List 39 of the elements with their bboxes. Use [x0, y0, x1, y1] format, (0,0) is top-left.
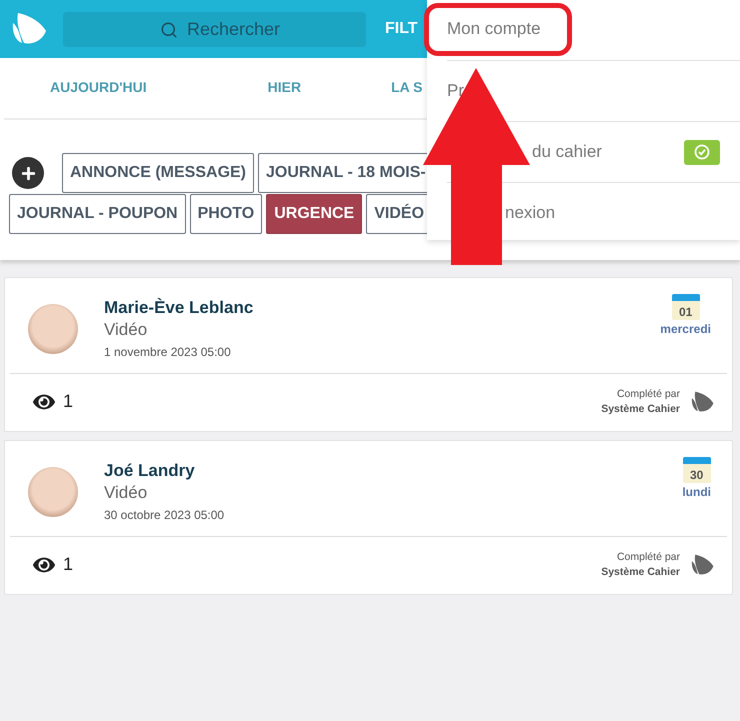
add-button[interactable] — [12, 157, 44, 189]
post-type: Vidéo — [104, 320, 148, 340]
child-name: Joé Landry — [104, 461, 196, 481]
calendar-day: 01 — [672, 294, 700, 320]
date-tab[interactable]: LA S — [391, 74, 422, 102]
completed-label: Complété par — [616, 388, 680, 400]
date-tab[interactable]: AUJOURD'HUI — [50, 74, 147, 102]
search-icon — [160, 20, 178, 38]
status-toggle[interactable] — [684, 140, 720, 164]
view-count: 1 — [63, 554, 74, 575]
menu-item[interactable]: nexion — [505, 203, 556, 223]
completed-label: Complété par — [616, 551, 680, 563]
tag-filter[interactable]: JOURNAL - POUPON — [9, 194, 186, 234]
child-name: Marie-Ève Leblanc — [104, 298, 254, 318]
post-card[interactable]: Joé Landry Vidéo 30 octobre 2023 05:00 30 lundi 1 Complété par Système Cahier — [4, 440, 733, 595]
post-card[interactable]: Marie-Ève Leblanc Vidéo 1 novembre 2023 05:00 01 mercredi 1 Complété par Système Cahier — [4, 277, 733, 432]
plus-icon — [20, 166, 36, 180]
avatar — [28, 304, 78, 354]
view-count: 1 — [63, 391, 74, 412]
menu-item[interactable]: Pr — [447, 81, 464, 101]
calendar-day: 30 — [682, 457, 711, 483]
weekday: mercredi — [660, 322, 711, 336]
completed-by: Système Cahier — [601, 403, 680, 415]
tag-filter[interactable]: ANNONCE (MESSAGE) — [62, 153, 254, 193]
post-date: 30 octobre 2023 05:00 — [104, 508, 226, 522]
tag-filter[interactable]: URGENCE — [266, 194, 362, 234]
butterfly-icon — [690, 552, 716, 578]
avatar — [28, 466, 78, 516]
menu-item[interactable]: du cahier — [532, 142, 602, 162]
butterfly-icon — [690, 388, 716, 414]
post-type: Vidéo — [104, 483, 148, 503]
search-field[interactable]: Rechercher — [63, 12, 366, 46]
tag-filter[interactable]: PHOTO — [190, 194, 262, 234]
post-date: 1 novembre 2023 05:00 — [104, 345, 232, 359]
menu-item[interactable]: Mon compte — [424, 2, 572, 56]
completed-by: Système Cahier — [601, 566, 680, 578]
weekday: lundi — [682, 485, 711, 499]
date-tab[interactable]: HIER — [268, 74, 302, 102]
check-icon — [694, 144, 710, 160]
